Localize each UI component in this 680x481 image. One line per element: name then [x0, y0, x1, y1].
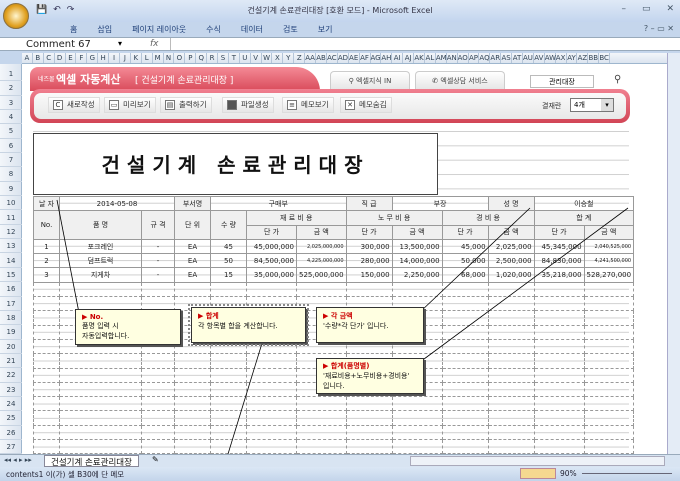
horizontal-scrollbar[interactable]	[410, 456, 665, 466]
sheet-tab-active[interactable]: 건설기계 손료관리대장	[44, 455, 139, 468]
comment-connectors	[56, 199, 629, 455]
status-text: contents1 이(가) 셀 B30에 단 메모	[6, 470, 125, 479]
comment-amount[interactable]: ▶ 각 금액 '수량*각 단가' 입니다.	[316, 307, 424, 343]
connector-line	[227, 339, 264, 455]
connector-line	[56, 199, 81, 319]
connector-line	[419, 207, 531, 313]
insert-sheet-icon[interactable]: ✎	[152, 455, 159, 464]
sheet-tab-bar: ◂◂ ◂ ▸ ▸▸ 건설기계 손료관리대장 ✎	[0, 454, 680, 468]
status-bar: contents1 이(가) 셀 B30에 단 메모 90%	[0, 467, 680, 481]
comment-no[interactable]: ▶ No. 품명 입력 시 자동입력합니다.	[75, 309, 181, 345]
zoom-slider[interactable]	[582, 473, 672, 474]
zoom-level[interactable]: 90%	[560, 469, 577, 478]
comment-total[interactable]: ▶ 합계 각 항목별 합을 계산합니다.	[188, 304, 309, 346]
comment-item-total[interactable]: ▶ 합계(품명별) '재료비용+노무비용+경비용' 입니다.	[316, 358, 424, 394]
sheet-nav-icon[interactable]: ◂◂ ◂ ▸ ▸▸	[4, 456, 32, 464]
connector-line	[419, 207, 629, 363]
view-buttons[interactable]	[520, 468, 556, 479]
